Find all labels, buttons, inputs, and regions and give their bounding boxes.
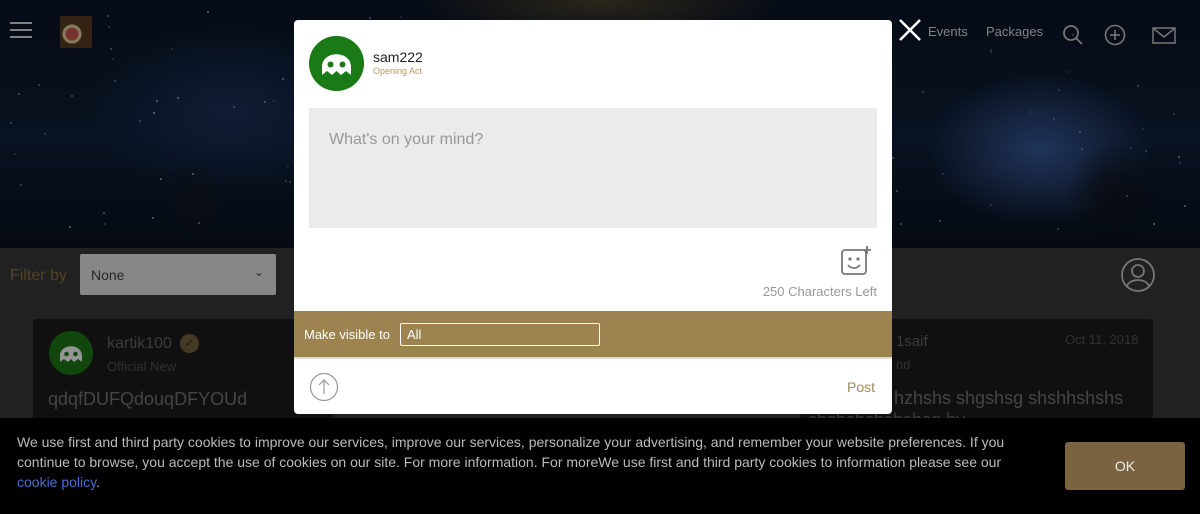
cookie-banner: We use first and third party cookies to …	[0, 418, 1200, 514]
modal-username: sam222	[373, 49, 423, 65]
modal-user-role: Opening Act	[373, 66, 423, 76]
create-post-modal: sam222 Opening Act 250 Characters Left M…	[294, 20, 892, 414]
cookie-message: We use first and third party cookies to …	[17, 432, 1017, 492]
visibility-select[interactable]: All	[400, 323, 600, 346]
cookie-text: We use first and third party cookies to …	[17, 434, 1005, 470]
visibility-bar: Make visible to All	[294, 311, 892, 357]
cookie-ok-button[interactable]: OK	[1065, 442, 1185, 490]
post-textarea[interactable]	[309, 108, 877, 228]
close-icon[interactable]	[896, 16, 924, 44]
cookie-trailing: .	[96, 474, 101, 490]
avatar	[309, 36, 364, 91]
characters-left: 250 Characters Left	[762, 284, 877, 299]
divider	[294, 357, 892, 359]
visibility-label: Make visible to	[304, 327, 390, 342]
upload-arrow-icon[interactable]	[309, 372, 339, 402]
post-button[interactable]: Post	[847, 379, 875, 395]
cookie-policy-link[interactable]: cookie policy	[17, 474, 96, 490]
add-emoji-icon[interactable]	[840, 245, 872, 277]
